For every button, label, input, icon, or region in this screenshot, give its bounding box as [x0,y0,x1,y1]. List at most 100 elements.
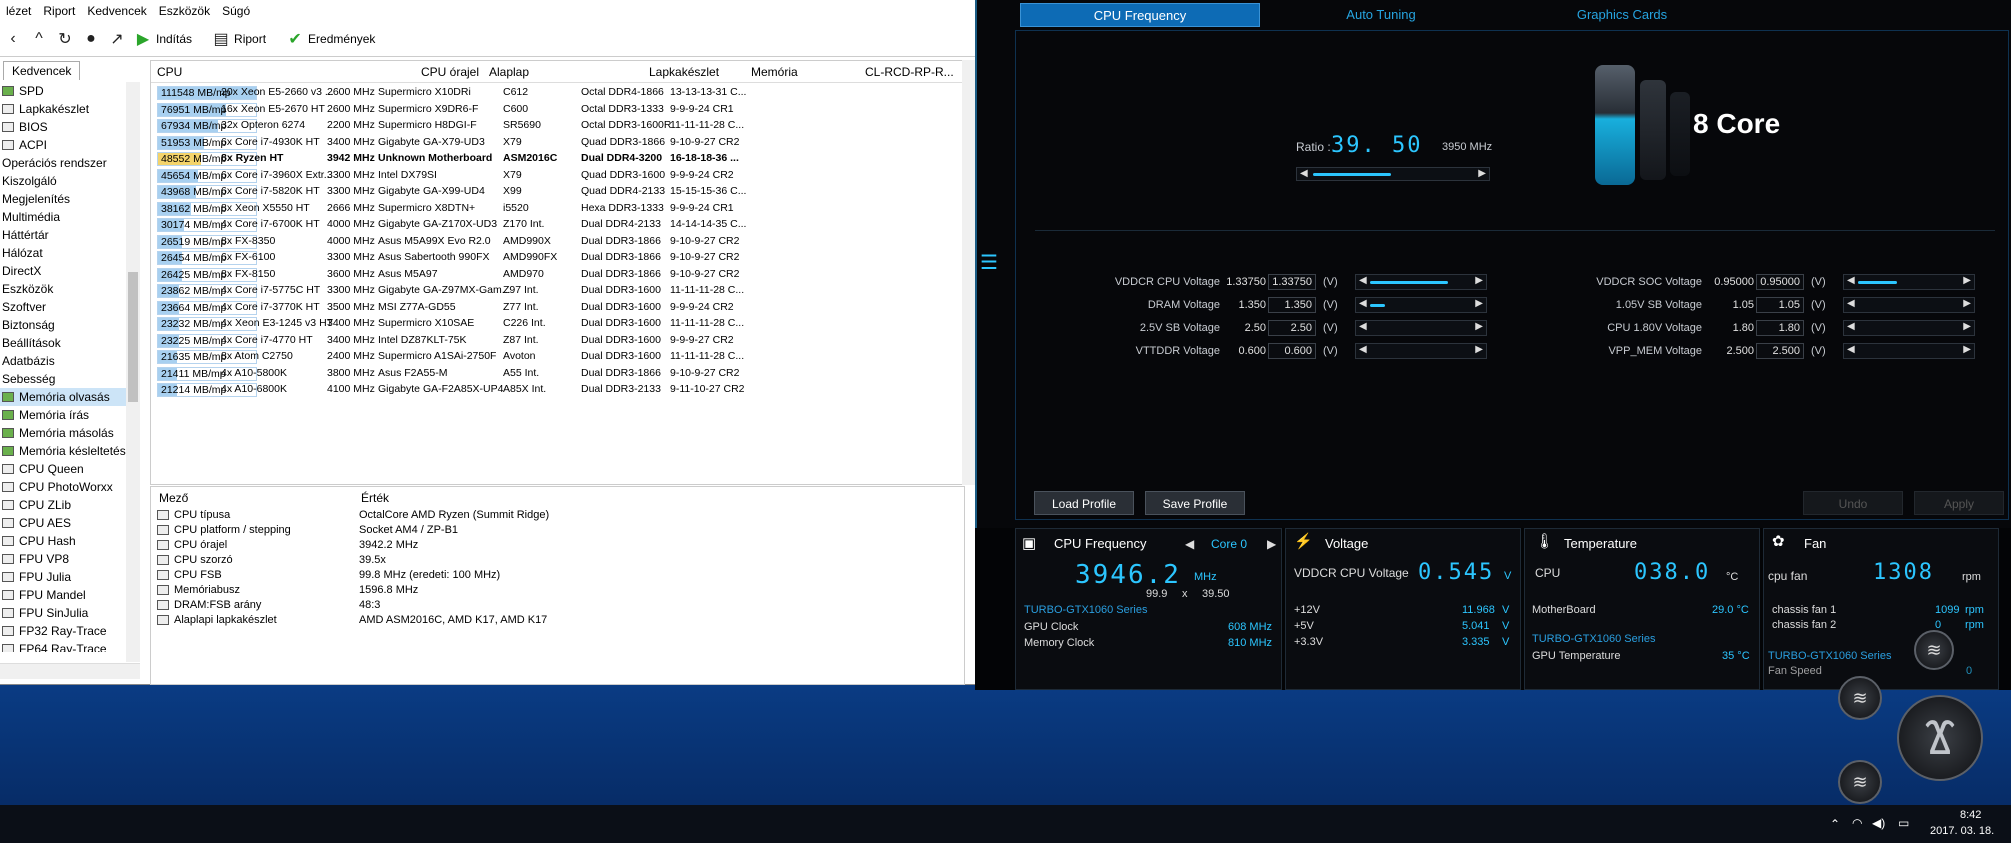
tree-item[interactable]: CPU ZLib [0,496,126,514]
results-button[interactable]: ✔ Eredmények [282,26,375,52]
table-row[interactable]: 45654 MB/mp 6x Core i7-3960X Extr... 3300 … [151,168,951,184]
slider-left-icon[interactable]: ◀ [1847,344,1855,355]
tree-item[interactable]: Memória másolás [0,424,126,442]
table-row[interactable]: 51953 MB/mp 6x Core i7-4930K HT 3400 MHz Gi… [151,135,951,151]
table-row[interactable]: 23225 MB/mp 4x Core i7-4770 HT 3400 MHz Int… [151,333,951,349]
tree-item[interactable]: Sebesség [0,370,126,388]
table-row[interactable]: 23862 MB/mp 4x Core i7-5775C HT 3300 MHz Gi… [151,283,951,299]
slider-left-icon[interactable]: ◀ [1359,298,1367,309]
table-row[interactable]: 26425 MB/mp 8x FX-8150 3600 MHz Asus M5A97 A… [151,267,951,283]
voltage-input[interactable]: 2.50 [1268,320,1316,336]
tree-scrollbar[interactable] [126,82,140,662]
slider-left-icon[interactable]: ◀ [1847,275,1855,286]
voltage-slider[interactable]: ◀ ▶ [1355,343,1487,359]
table-row[interactable]: 23664 MB/mp 4x Core i7-3770K HT 3500 MHz MS… [151,300,951,316]
slider-right-icon[interactable]: ▶ [1963,298,1971,309]
slider-right-icon[interactable]: ▶ [1475,321,1483,332]
table-row[interactable]: 21635 MB/mp 8x Atom C2750 2400 MHz Supermic… [151,349,951,365]
core-prev-icon[interactable]: ◀ [1185,537,1194,551]
clock-time[interactable]: 8:42 [1960,809,1981,821]
save-profile-button[interactable]: Save Profile [1145,491,1245,515]
table-row[interactable]: 48552 MB/mp 8x Ryzen HT 3942 MHz Unknown Mo… [151,151,951,167]
load-profile-button[interactable]: Load Profile [1034,491,1134,515]
ratio-slider[interactable]: ◀ ▶ [1296,167,1490,181]
chart-icon[interactable]: ↗ [104,26,130,52]
tree-item[interactable]: Háttértár [0,226,126,244]
report-button[interactable]: ▤ Riport [208,26,266,52]
tree-item[interactable]: FPU Julia [0,568,126,586]
table-row[interactable]: 111548 MB/mp 20x Xeon E5-2660 v3 ... 2600 … [151,85,951,101]
tree-item[interactable]: Operációs rendszer [0,154,126,172]
slider-left-icon[interactable]: ◀ [1359,275,1367,286]
voltage-slider[interactable]: ◀ ▶ [1843,320,1975,336]
notification-icon[interactable]: ▭ [1898,816,1909,830]
ai-suite-logo-icon[interactable]: Ϫ [1897,695,1983,781]
slider-right-icon[interactable]: ▶ [1475,298,1483,309]
table-row[interactable]: 76951 MB/mp 16x Xeon E5-2670 HT 2600 MHz Su… [151,102,951,118]
tree-item[interactable]: FPU Mandel [0,586,126,604]
tree-horizontal-scrollbar[interactable] [0,663,140,679]
voltage-input[interactable]: 2.500 [1756,343,1804,359]
tree-item[interactable]: FPU SinJulia [0,604,126,622]
tree-item[interactable]: CPU PhotoWorxx [0,478,126,496]
col-cpu[interactable]: CPU [157,65,182,79]
voltage-slider[interactable]: ◀ ▶ [1843,343,1975,359]
tree-item[interactable]: Eszközök [0,280,126,298]
tree-item[interactable]: CPU AES [0,514,126,532]
col-timings[interactable]: CL-RCD-RP-R... [865,65,954,79]
airflow-icon[interactable]: ≋ [1838,760,1882,804]
slider-right-icon[interactable]: ▶ [1475,275,1483,286]
slider-right-icon[interactable]: ▶ [1475,344,1483,355]
tree-item[interactable]: FP32 Ray-Trace [0,622,126,640]
slider-right-icon[interactable]: ▶ [1963,344,1971,355]
voltage-slider[interactable]: ◀ ▶ [1355,320,1487,336]
detail-row[interactable]: Alaplapi lapkakészlet AMD ASM2016C, AMD K… [157,612,957,627]
col-chipset[interactable]: Lapkakészlet [649,65,719,79]
table-row[interactable]: 43968 MB/mp 6x Core i7-5820K HT 3300 MHz Gi… [151,184,951,200]
detail-row[interactable]: CPU FSB 99.8 MHz (eredeti: 100 MHz) [157,567,957,582]
menu-help[interactable]: Súgó [216,4,256,18]
voltage-input[interactable]: 1.350 [1268,297,1316,313]
col-board[interactable]: Alaplap [489,65,529,79]
tab-auto-tuning[interactable]: Auto Tuning [1261,3,1501,27]
voltage-slider[interactable]: ◀ ▶ [1355,274,1487,290]
table-row[interactable]: 23232 MB/mp 4x Xeon E3-1245 v3 HT 3400 MHz… [151,316,951,332]
tree-item[interactable]: Hálózat [0,244,126,262]
col-memory[interactable]: Memória [751,65,798,79]
detail-row[interactable]: CPU típusa OctalCore AMD Ryzen (Summit Ri… [157,507,957,522]
table-row[interactable]: 38162 MB/mp 8x Xeon X5550 HT 2666 MHz Super… [151,201,951,217]
tree-item[interactable]: Memória késleltetés [0,442,126,460]
tab-cpu-frequency[interactable]: CPU Frequency [1020,3,1260,27]
voltage-input[interactable]: 1.05 [1756,297,1804,313]
table-row[interactable]: 21411 MB/mp 4x A10-5800K 3800 MHz Asus F2A5… [151,366,951,382]
clock-date[interactable]: 2017. 03. 18. [1930,825,1994,837]
tree-item[interactable]: Biztonság [0,316,126,334]
voltage-input[interactable]: 0.600 [1268,343,1316,359]
tree-item[interactable]: SPD [0,82,126,100]
voltage-slider[interactable]: ◀ ▶ [1843,297,1975,313]
wifi-icon[interactable]: ◠ [1852,816,1862,830]
table-row[interactable]: 30174 MB/mp 4x Core i7-6700K HT 4000 MHz Gi… [151,217,951,233]
voltage-input[interactable]: 0.95000 [1756,274,1804,290]
tree-item[interactable]: Lapkakészlet [0,100,126,118]
tree-item[interactable]: Multimédia [0,208,126,226]
tree-item[interactable]: Memória írás [0,406,126,424]
slider-left-icon[interactable]: ◀ [1359,321,1367,332]
tree-item[interactable]: Beállítások [0,334,126,352]
tree-item[interactable]: Adatbázis [0,352,126,370]
core-select[interactable]: Core 0 [1211,537,1247,551]
menu-report[interactable]: Riport [37,4,81,18]
menu-expand-icon[interactable]: ☰ [980,250,998,275]
voltage-input[interactable]: 1.33750 [1268,274,1316,290]
tree-item[interactable]: Megjelenítés [0,190,126,208]
up-icon[interactable]: ^ [26,26,52,52]
slider-right-icon[interactable]: ▶ [1963,275,1971,286]
airflow-icon[interactable]: ≋ [1838,676,1882,720]
table-row[interactable]: 21214 MB/mp 4x A10-6800K 4100 MHz Gigabyte … [151,382,951,398]
tray-chevron-icon[interactable]: ⌃ [1830,817,1840,831]
refresh-icon[interactable]: ↻ [52,26,78,52]
tree-item[interactable]: Kiszolgáló [0,172,126,190]
tree-item[interactable]: FPU VP8 [0,550,126,568]
detail-row[interactable]: CPU órajel 3942.2 MHz [157,537,957,552]
table-row[interactable]: 26454 MB/mp 6x FX-6100 3300 MHz Asus Sabert… [151,250,951,266]
